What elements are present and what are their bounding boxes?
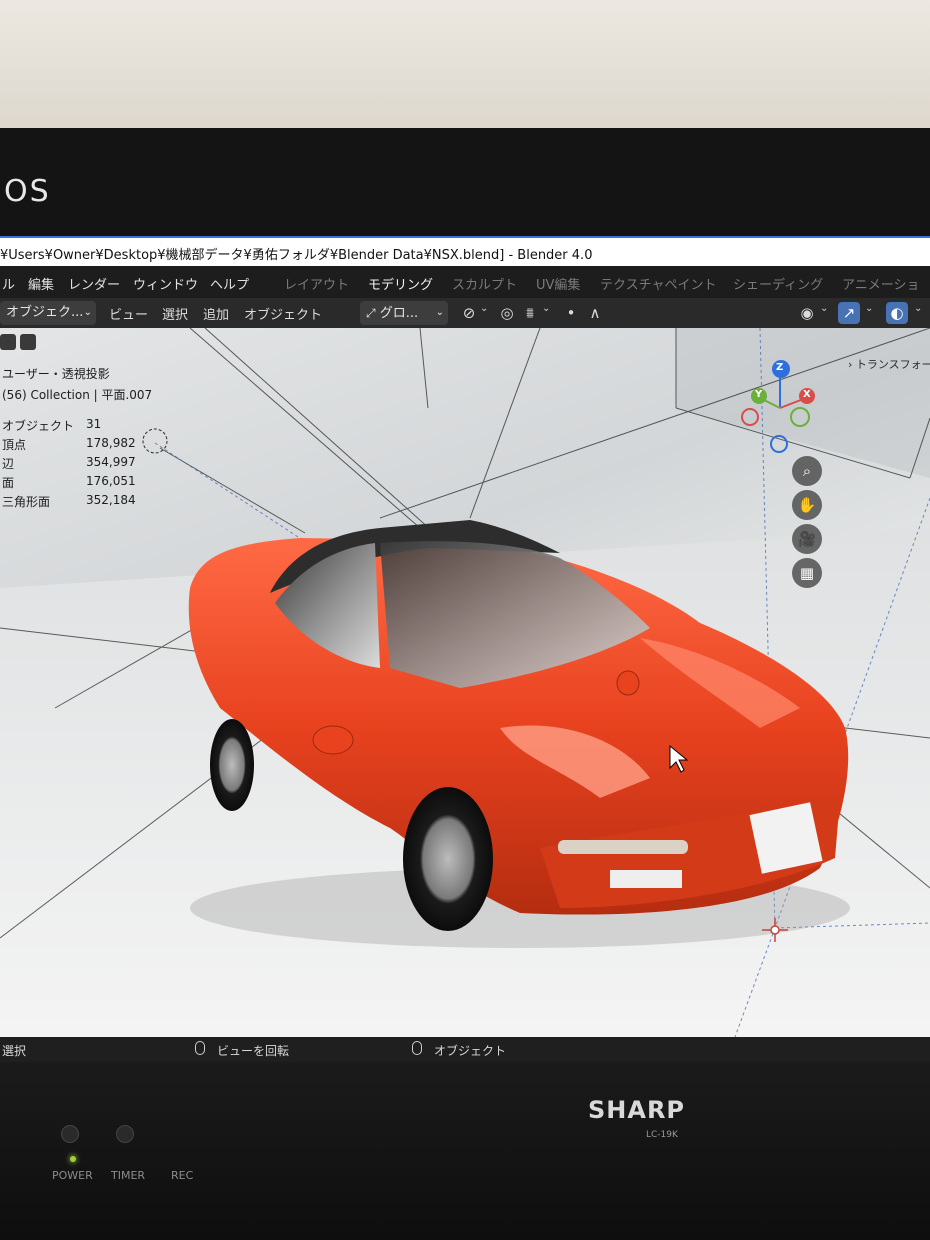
window-titlebar: ¥Users¥Owner¥Desktop¥機械部データ¥勇佑フォルダ¥Blend… [0, 236, 930, 266]
select-extend-icon[interactable] [20, 334, 36, 350]
top-menubar: ル 編集 レンダー ウィンドウ ヘルプ レイアウト モデリング スカルプト UV… [0, 266, 930, 298]
gizmo-y-label[interactable]: Y [755, 389, 762, 400]
rec-label: REC [171, 1169, 194, 1182]
monitor-brand-logo: SHARP [588, 1096, 686, 1124]
menu-help[interactable]: ヘルプ [210, 274, 249, 293]
light-object [142, 428, 168, 454]
select-box-icon[interactable] [0, 334, 16, 350]
menu-window[interactable]: ウィンドウ [133, 274, 198, 293]
timer-button[interactable] [116, 1125, 134, 1143]
ortho-grid-icon[interactable]: ▦ [792, 558, 822, 588]
sidebar-tab-transform-label: トランスフォーム [855, 358, 930, 371]
3d-viewport[interactable]: Z Y X ⌕ ✋ 🎥 ▦ › トランスフォーム ユーザー・透視投影 (56) … [0, 328, 930, 1037]
mouse-middle-icon [195, 1041, 205, 1055]
mode-dropdown[interactable]: オブジェク... ⌄ [0, 301, 96, 325]
chevron-down-icon[interactable]: ⌄ [914, 303, 922, 314]
stat-value: 31 [86, 417, 102, 431]
monitor-model: LC-19K [646, 1130, 678, 1140]
tab-sculpt[interactable]: スカルプト [452, 274, 517, 293]
chevron-down-icon[interactable]: ⌄ [480, 303, 488, 314]
stat-edges: 辺 354,997 [2, 455, 142, 473]
timer-label: TIMER [111, 1169, 146, 1182]
status-rotate-view: ビューを回転 [217, 1044, 290, 1058]
mode-label: オブジェク... [6, 305, 84, 320]
status-bar: 選択 ビューを回転 オブジェクト [0, 1037, 930, 1062]
proportional-edit-icon[interactable]: ◎ [496, 302, 518, 324]
power-button[interactable] [61, 1125, 79, 1143]
chevron-down-icon[interactable]: ⌄ [865, 303, 873, 314]
gizmo-icon[interactable]: ↗ [838, 302, 860, 324]
tab-shading[interactable]: シェーディング [733, 274, 823, 293]
monitor-screen: ¥Users¥Owner¥Desktop¥機械部データ¥勇佑フォルダ¥Blend… [0, 236, 930, 1062]
overlay-icon[interactable]: ◐ [886, 302, 908, 324]
pan-hand-icon[interactable]: ✋ [792, 490, 822, 520]
stat-value: 178,982 [86, 436, 136, 450]
chevron-down-icon: ⌄ [435, 307, 444, 318]
stat-label: 面 [2, 476, 15, 490]
power-led [70, 1156, 76, 1162]
snap-icon[interactable]: ⊘ [458, 302, 480, 324]
stat-triangles: 三角形面 352,184 [2, 493, 142, 511]
stat-value: 352,184 [86, 493, 136, 507]
tab-modeling[interactable]: モデリング [368, 274, 433, 293]
stat-faces: 面 176,051 [2, 474, 142, 492]
transform-orientation-dropdown[interactable]: ⤢ グロ... ⌄ [360, 301, 448, 325]
menu-select[interactable]: 選択 [162, 304, 188, 323]
room-wall [0, 0, 930, 140]
orientation-icon: ⤢ [366, 306, 376, 320]
status-select: 選択 [2, 1044, 27, 1058]
tab-layout[interactable]: レイアウト [284, 274, 349, 293]
stat-label: 三角形面 [2, 495, 51, 509]
orientation-label: グロ... [379, 306, 419, 321]
chevron-down-icon[interactable]: ⌄ [542, 303, 550, 314]
snap-increment-icon[interactable]: ⩩ [519, 302, 541, 324]
view-name: ユーザー・透視投影 [2, 367, 110, 381]
viewport-header: オブジェク... ⌄ ビュー 選択 追加 オブジェクト ⤢ グロ... ⌄ ⊘ … [0, 298, 930, 328]
stat-label: オブジェクト [2, 419, 75, 433]
select-mode-icons[interactable] [0, 334, 40, 352]
stat-label: 頂点 [2, 438, 27, 452]
sidebar-tab-transform[interactable]: › トランスフォーム [848, 356, 930, 372]
chevron-down-icon[interactable]: ⌄ [820, 303, 828, 314]
falloff-icon[interactable]: ∧ [584, 302, 606, 324]
monitor-top-brand: OS [4, 174, 51, 209]
chevron-down-icon: ⌄ [83, 307, 92, 318]
tab-texture-paint[interactable]: テクスチャペイント [600, 274, 716, 293]
tab-uv-editing[interactable]: UV編集 [536, 274, 580, 293]
menu-view[interactable]: ビュー [109, 304, 148, 323]
mouse-right-icon [412, 1041, 422, 1055]
gizmo-z-label[interactable]: Z [776, 362, 783, 373]
zoom-icon[interactable]: ⌕ [792, 456, 822, 486]
collection-info: (56) Collection | 平面.007 [2, 388, 153, 402]
status-object: オブジェクト [434, 1044, 507, 1058]
menu-add[interactable]: 追加 [203, 304, 229, 323]
stat-label: 辺 [2, 457, 15, 471]
stat-vertices: 頂点 178,982 [2, 436, 142, 454]
menu-file-partial[interactable]: ル [2, 274, 15, 293]
gizmo-x-label[interactable]: X [803, 389, 811, 400]
window-title: ¥Users¥Owner¥Desktop¥機械部データ¥勇佑フォルダ¥Blend… [0, 248, 593, 263]
visibility-icon[interactable]: ◉ [796, 302, 818, 324]
stat-value: 354,997 [86, 455, 136, 469]
power-label: POWER [52, 1169, 93, 1182]
stat-value: 176,051 [86, 474, 136, 488]
menu-edit[interactable]: 編集 [28, 274, 54, 293]
camera-icon[interactable]: 🎥 [792, 524, 822, 554]
tab-animation[interactable]: アニメーショ [842, 274, 919, 293]
stat-objects: オブジェクト 31 [2, 417, 142, 435]
menu-object[interactable]: オブジェクト [244, 304, 322, 323]
chevron-right-icon: › [848, 358, 853, 371]
proportional-toggle-icon[interactable]: • [560, 302, 582, 324]
menu-render[interactable]: レンダー [68, 274, 120, 293]
monitor-lower-bezel [0, 1062, 930, 1240]
